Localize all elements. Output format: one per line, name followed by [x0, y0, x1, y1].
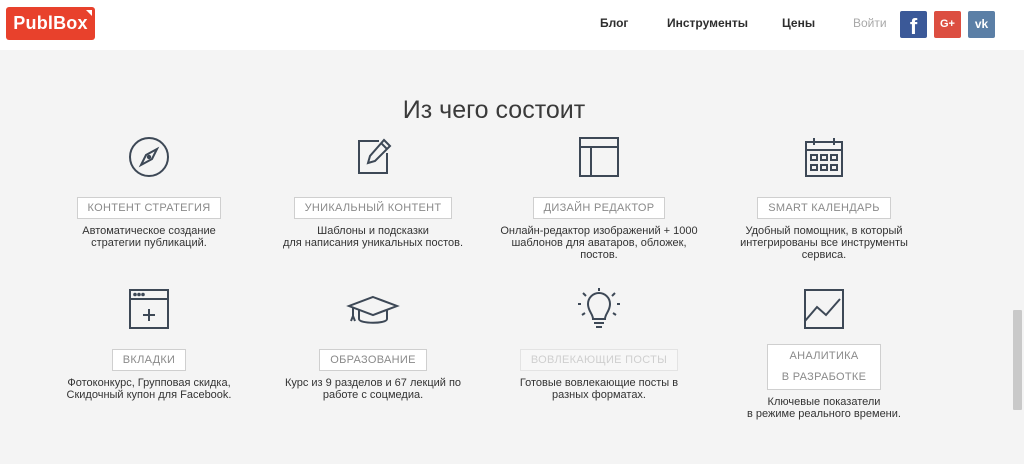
- nav-pricing-link[interactable]: Цены: [782, 16, 815, 30]
- logo-corner-mark: [86, 10, 92, 16]
- nav-blog-link[interactable]: Блог: [600, 16, 628, 30]
- badge-engaging-posts[interactable]: ВОВЛЕКАЮЩИЕ ПОСТЫ: [519, 349, 679, 371]
- scrollbar-thumb[interactable]: [1013, 310, 1022, 410]
- badge-smart-calendar[interactable]: SMART КАЛЕНДАРЬ: [757, 197, 891, 219]
- feature-education: ОБРАЗОВАНИЕ Курс из 9 разделов и 67 лекц…: [263, 287, 483, 401]
- badge-line: АНАЛИТИКА: [789, 350, 859, 362]
- top-navigation-bar: PublBox Блог Инструменты Цены Войти f G+…: [0, 0, 1024, 50]
- feature-description: Шаблоны и подсказки для написания уникал…: [263, 225, 483, 249]
- feature-description: Автоматическое создание стратегии публик…: [39, 225, 259, 249]
- description-line: для написания уникальных постов.: [282, 237, 464, 249]
- lightbulb-icon: [578, 288, 620, 328]
- compass-icon: [129, 137, 169, 177]
- layout-icon: [579, 137, 619, 177]
- feature-content-strategy: КОНТЕНТ СТРАТЕГИЯ Автоматическое создани…: [39, 135, 259, 249]
- description-line: интегрированы все инструменты: [740, 237, 908, 249]
- description-line: работе с соцмедиа.: [322, 389, 424, 401]
- facebook-button[interactable]: f: [900, 11, 927, 39]
- badge-education[interactable]: ОБРАЗОВАНИЕ: [319, 349, 427, 371]
- description-line: Готовые вовлекающие посты в: [519, 377, 679, 389]
- badge-analytics-in-development[interactable]: АНАЛИТИКА В РАЗРАБОТКЕ: [766, 344, 882, 390]
- browser-add-icon: [129, 289, 169, 329]
- badge-content-strategy[interactable]: КОНТЕНТ СТРАТЕГИЯ: [76, 197, 222, 219]
- feature-description: Удобный помощник, в который интегрирован…: [714, 225, 934, 261]
- google-plus-icon: G+: [940, 18, 955, 30]
- badge-unique-content[interactable]: УНИКАЛЬНЫЙ КОНТЕНТ: [293, 197, 453, 219]
- section-title: Из чего состоит: [402, 95, 586, 124]
- description-line: Скидочный купон для Facebook.: [66, 389, 232, 401]
- badge-tabs[interactable]: ВКЛАДКИ: [111, 349, 187, 371]
- section-bottom-edge: [0, 464, 1024, 470]
- feature-design-editor: ДИЗАЙН РЕДАКТОР Онлайн-редактор изображе…: [489, 135, 709, 261]
- description-line: Шаблоны и подсказки: [317, 225, 429, 237]
- edit-icon: [358, 138, 392, 174]
- description-line: в режиме реального времени.: [747, 408, 901, 420]
- graduation-cap-icon: [346, 295, 400, 324]
- description-line: Ключевые показатели: [767, 396, 881, 408]
- badge-design-editor[interactable]: ДИЗАЙН РЕДАКТОР: [532, 197, 666, 219]
- google-plus-button[interactable]: G+: [934, 11, 961, 38]
- nav-tools-link[interactable]: Инструменты: [667, 16, 748, 30]
- feature-analytics: АНАЛИТИКА В РАЗРАБОТКЕ Ключевые показател…: [714, 287, 934, 420]
- logo-text: PublBox: [13, 13, 88, 33]
- vk-icon: vk: [974, 17, 989, 31]
- line-chart-icon: [804, 289, 844, 329]
- facebook-icon: f: [909, 14, 918, 39]
- feature-description: Фотоконкурс, Групповая скидка, Скидочный…: [39, 377, 259, 401]
- feature-smart-calendar: SMART КАЛЕНДАРЬ Удобный помощник, в кото…: [714, 135, 934, 261]
- description-line: Курс из 9 разделов и 67 лекций по: [284, 377, 462, 389]
- description-line: Фотоконкурс, Групповая скидка,: [67, 377, 231, 389]
- description-line: сервиса.: [801, 249, 847, 261]
- feature-unique-content: УНИКАЛЬНЫЙ КОНТЕНТ Шаблоны и подсказки д…: [263, 135, 483, 249]
- description-line: Удобный помощник, в который: [745, 225, 903, 237]
- feature-description: Ключевые показатели в режиме реального в…: [714, 396, 934, 420]
- feature-description: Готовые вовлекающие посты в разных форма…: [489, 377, 709, 401]
- description-line: разных форматах.: [551, 389, 646, 401]
- description-line: Онлайн-редактор изображений + 1000: [500, 225, 698, 237]
- description-line: Автоматическое создание: [82, 225, 216, 237]
- calendar-icon: [805, 138, 843, 177]
- publbox-logo[interactable]: PublBox: [6, 7, 95, 40]
- login-link[interactable]: Войти: [853, 16, 887, 30]
- vk-button[interactable]: vk: [968, 11, 995, 38]
- feature-tabs: ВКЛАДКИ Фотоконкурс, Групповая скидка, С…: [39, 287, 259, 401]
- description-line: стратегии публикаций.: [91, 237, 207, 249]
- feature-engaging-posts: ВОВЛЕКАЮЩИЕ ПОСТЫ Готовые вовлекающие по…: [489, 287, 709, 401]
- badge-line: В РАЗРАБОТКЕ: [781, 371, 867, 383]
- description-line: шаблонов для аватаров, обложек,: [511, 237, 687, 249]
- description-line: постов.: [580, 249, 618, 261]
- feature-description: Онлайн-редактор изображений + 1000 шабло…: [489, 225, 709, 261]
- feature-description: Курс из 9 разделов и 67 лекций по работе…: [263, 377, 483, 401]
